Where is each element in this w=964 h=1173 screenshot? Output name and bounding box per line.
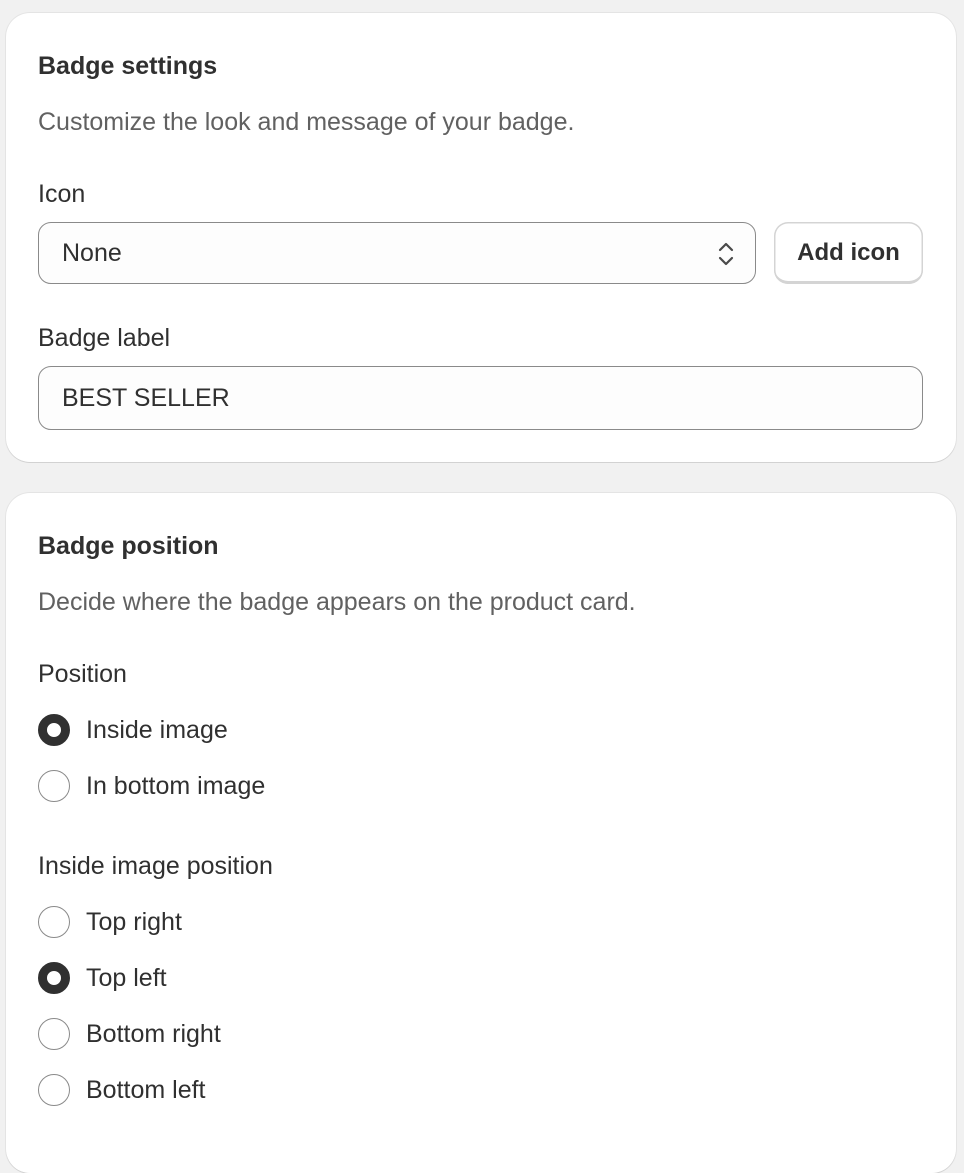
radio-button[interactable] bbox=[38, 1018, 70, 1050]
radio-button[interactable] bbox=[38, 770, 70, 802]
badge-position-description: Decide where the badge appears on the pr… bbox=[38, 588, 636, 616]
radio-top-left[interactable]: Top left bbox=[38, 960, 167, 996]
radio-label: Inside image bbox=[86, 716, 228, 744]
radio-button[interactable] bbox=[38, 962, 70, 994]
icon-field-label: Icon bbox=[38, 180, 86, 208]
radio-label: Bottom right bbox=[86, 1020, 221, 1048]
icon-select-value: None bbox=[62, 239, 122, 267]
radio-button[interactable] bbox=[38, 906, 70, 938]
badge-settings-card: Badge settings Customize the look and me… bbox=[6, 13, 956, 462]
icon-select[interactable]: None bbox=[38, 222, 756, 284]
radio-label: Top right bbox=[86, 908, 182, 936]
badge-settings-description: Customize the look and message of your b… bbox=[38, 108, 575, 136]
radio-label: Bottom left bbox=[86, 1076, 206, 1104]
radio-bottom-left[interactable]: Bottom left bbox=[38, 1072, 206, 1108]
radio-inside-image[interactable]: Inside image bbox=[38, 712, 228, 748]
badge-label-field-label: Badge label bbox=[38, 324, 171, 352]
radio-top-right[interactable]: Top right bbox=[38, 904, 182, 940]
radio-label: Top left bbox=[86, 964, 167, 992]
add-icon-button[interactable]: Add icon bbox=[774, 222, 923, 284]
badge-settings-title: Badge settings bbox=[38, 52, 218, 80]
badge-label-input-value: BEST SELLER bbox=[62, 384, 230, 412]
radio-bottom-right[interactable]: Bottom right bbox=[38, 1016, 221, 1052]
radio-button[interactable] bbox=[38, 1074, 70, 1106]
badge-position-title: Badge position bbox=[38, 532, 219, 560]
radio-in-bottom-image[interactable]: In bottom image bbox=[38, 768, 265, 804]
radio-label: In bottom image bbox=[86, 772, 266, 800]
radio-button[interactable] bbox=[38, 714, 70, 746]
badge-label-input[interactable]: BEST SELLER bbox=[38, 366, 923, 430]
chevron-up-down-icon bbox=[715, 240, 737, 268]
badge-position-card: Badge position Decide where the badge ap… bbox=[6, 493, 956, 1173]
inside-image-position-group-label: Inside image position bbox=[38, 852, 273, 880]
position-group-label: Position bbox=[38, 660, 127, 688]
